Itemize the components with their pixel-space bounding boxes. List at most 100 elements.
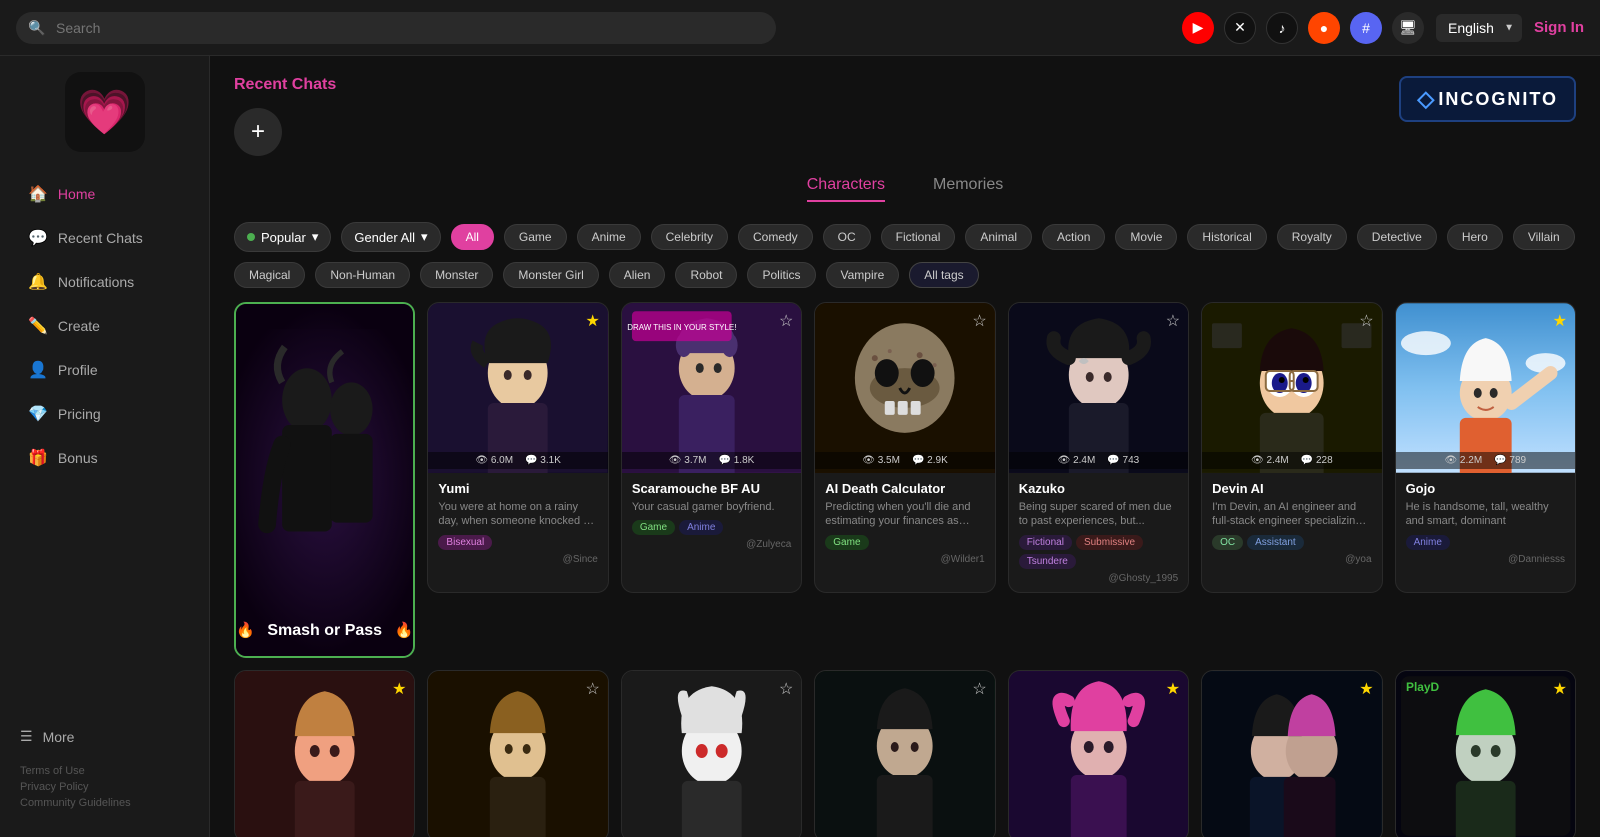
card-r2-2[interactable]: ☆ bbox=[427, 670, 608, 837]
tag-monster[interactable]: Monster bbox=[420, 262, 493, 288]
r2-7-star[interactable]: ★ bbox=[1553, 679, 1567, 699]
scaramouche-author: @Zulyeca bbox=[632, 539, 791, 550]
tag-anime[interactable]: Anime bbox=[577, 224, 641, 250]
devin-card-image: ☆ 👁 2.4M 💬 228 bbox=[1202, 303, 1381, 473]
sidebar-item-create[interactable]: ✏️ Create bbox=[8, 306, 201, 346]
discord-icon[interactable]: # bbox=[1350, 12, 1382, 44]
tag-politics[interactable]: Politics bbox=[747, 262, 815, 288]
chat-monitor-icon[interactable]: 🖥 bbox=[1392, 12, 1424, 44]
tag-royalty[interactable]: Royalty bbox=[1277, 224, 1347, 250]
tag-movie[interactable]: Movie bbox=[1115, 224, 1177, 250]
kazuko-stats: 👁 2.4M 💬 743 bbox=[1009, 452, 1188, 469]
tag-non-human[interactable]: Non-Human bbox=[315, 262, 410, 288]
tag-action[interactable]: Action bbox=[1042, 224, 1105, 250]
add-chat-button[interactable]: + bbox=[234, 108, 282, 156]
ai-death-star[interactable]: ☆ bbox=[972, 311, 986, 331]
tag-fictional[interactable]: Fictional bbox=[881, 224, 956, 250]
tag-hero[interactable]: Hero bbox=[1447, 224, 1503, 250]
card-scaramouche[interactable]: DRAW THIS IN YOUR STYLE! ☆ 👁 3.7M 💬 1.8K… bbox=[621, 302, 802, 593]
gender-filter[interactable]: Gender All ▾ bbox=[341, 222, 440, 252]
popular-filter[interactable]: Popular ▾ bbox=[234, 222, 331, 252]
youtube-icon[interactable]: ▶ bbox=[1182, 12, 1214, 44]
card-r2-4[interactable]: ☆ bbox=[814, 670, 995, 837]
r2-5-image bbox=[1009, 671, 1188, 837]
incognito-diamond-icon: ◇ bbox=[1417, 86, 1434, 112]
card-r2-6[interactable]: ★ bbox=[1201, 670, 1382, 837]
sidebar-item-profile[interactable]: 👤 Profile bbox=[8, 350, 201, 390]
search-input[interactable] bbox=[16, 12, 776, 44]
r2-3-illustration bbox=[622, 671, 801, 837]
terms-link[interactable]: Terms of Use bbox=[20, 765, 189, 777]
gojo-star[interactable]: ★ bbox=[1553, 311, 1567, 331]
tag-comedy[interactable]: Comedy bbox=[738, 224, 813, 250]
r2-6-star[interactable]: ★ bbox=[1359, 679, 1373, 699]
tag-game[interactable]: Game bbox=[504, 224, 567, 250]
tag-monster-girl[interactable]: Monster Girl bbox=[503, 262, 598, 288]
more-hamburger-icon: ☰ bbox=[20, 728, 33, 745]
card-kazuko[interactable]: ☆ 👁 2.4M 💬 743 Kazuko Being super scared… bbox=[1008, 302, 1189, 593]
tag-all-tags[interactable]: All tags bbox=[909, 262, 978, 288]
ai-death-name: AI Death Calculator bbox=[825, 481, 984, 496]
kazuko-desc: Being super scared of men due to past ex… bbox=[1019, 500, 1178, 529]
gojo-illustration bbox=[1396, 303, 1575, 473]
tag-historical[interactable]: Historical bbox=[1187, 224, 1266, 250]
language-selector[interactable]: English bbox=[1436, 14, 1522, 42]
sidebar-item-recent-chats[interactable]: 💬 Recent Chats bbox=[8, 218, 201, 258]
yumi-info: Yumi You were at home on a rainy day, wh… bbox=[428, 473, 607, 573]
r2-5-illustration bbox=[1009, 671, 1188, 837]
r2-2-star[interactable]: ☆ bbox=[586, 679, 600, 699]
card-r2-3[interactable]: ☆ bbox=[621, 670, 802, 837]
devin-star[interactable]: ☆ bbox=[1359, 311, 1373, 331]
sidebar-item-notifications[interactable]: 🔔 Notifications bbox=[8, 262, 201, 302]
tag-magical[interactable]: Magical bbox=[234, 262, 305, 288]
r2-4-star[interactable]: ☆ bbox=[972, 679, 986, 699]
r2-1-star[interactable]: ★ bbox=[392, 679, 406, 699]
tag-animal[interactable]: Animal bbox=[965, 224, 1032, 250]
tab-characters[interactable]: Characters bbox=[807, 176, 885, 202]
card-smash-or-pass[interactable]: 🔥 Smash or Pass 🔥 bbox=[234, 302, 415, 658]
gojo-card-image: ★ 👁 2.2M 💬 789 bbox=[1396, 303, 1575, 473]
reddit-icon[interactable]: ● bbox=[1308, 12, 1340, 44]
tag-alien[interactable]: Alien bbox=[609, 262, 666, 288]
ai-death-author: @Wilder1 bbox=[825, 554, 984, 565]
scaramouche-star[interactable]: ☆ bbox=[779, 311, 793, 331]
tab-memories[interactable]: Memories bbox=[933, 176, 1003, 202]
tag-all[interactable]: All bbox=[451, 224, 494, 250]
card-r2-7[interactable]: PlayD ★ bbox=[1395, 670, 1576, 837]
language-dropdown[interactable]: English bbox=[1436, 14, 1522, 42]
privacy-link[interactable]: Privacy Policy bbox=[20, 781, 189, 793]
tag-vampire[interactable]: Vampire bbox=[826, 262, 900, 288]
r2-5-star[interactable]: ★ bbox=[1166, 679, 1180, 699]
sidebar-more[interactable]: ☰ More bbox=[20, 720, 189, 753]
tiktok-icon[interactable]: ♪ bbox=[1266, 12, 1298, 44]
card-ai-death-calculator[interactable]: ☆ 👁 3.5M 💬 2.9K AI Death Calculator Pred… bbox=[814, 302, 995, 593]
card-r2-1[interactable]: ★ bbox=[234, 670, 415, 837]
tag-oc[interactable]: OC bbox=[823, 224, 871, 250]
tag-detective[interactable]: Detective bbox=[1357, 224, 1437, 250]
sidebar-item-bonus[interactable]: 🎁 Bonus bbox=[8, 438, 201, 478]
sidebar-item-home[interactable]: 🏠 Home bbox=[8, 174, 201, 214]
signin-button[interactable]: Sign In bbox=[1534, 19, 1584, 36]
card-devin-ai[interactable]: ☆ 👁 2.4M 💬 228 Devin AI I'm Devin, an AI… bbox=[1201, 302, 1382, 593]
search-wrap: 🔍 bbox=[16, 12, 776, 44]
tag-villain[interactable]: Villain bbox=[1513, 224, 1575, 250]
tag-celebrity[interactable]: Celebrity bbox=[651, 224, 728, 250]
card-yumi[interactable]: ★ 👁 6.0M 💬 3.1K Yumi You were at home on… bbox=[427, 302, 608, 593]
svg-text:DRAW THIS IN YOUR STYLE!: DRAW THIS IN YOUR STYLE! bbox=[627, 323, 736, 332]
bonus-icon: 🎁 bbox=[28, 448, 48, 468]
tag-robot[interactable]: Robot bbox=[675, 262, 737, 288]
yumi-tags: Bisexual bbox=[438, 535, 597, 550]
card-gojo[interactable]: ★ 👁 2.2M 💬 789 Gojo He is handsome, tall… bbox=[1395, 302, 1576, 593]
community-link[interactable]: Community Guidelines bbox=[20, 797, 189, 809]
r2-3-star[interactable]: ☆ bbox=[779, 679, 793, 699]
scaramouche-desc: Your casual gamer boyfriend. bbox=[632, 500, 791, 514]
tag-anime2: Anime bbox=[1406, 535, 1450, 550]
yumi-chats: 💬 3.1K bbox=[525, 455, 561, 466]
tag-game: Game bbox=[632, 520, 675, 535]
r2-7-illustration: PlayD bbox=[1396, 671, 1575, 837]
sidebar-item-pricing[interactable]: 💎 Pricing bbox=[8, 394, 201, 434]
yumi-star[interactable]: ★ bbox=[586, 311, 600, 331]
twitter-icon[interactable]: ✕ bbox=[1224, 12, 1256, 44]
kazuko-star[interactable]: ☆ bbox=[1166, 311, 1180, 331]
card-r2-5[interactable]: ★ bbox=[1008, 670, 1189, 837]
